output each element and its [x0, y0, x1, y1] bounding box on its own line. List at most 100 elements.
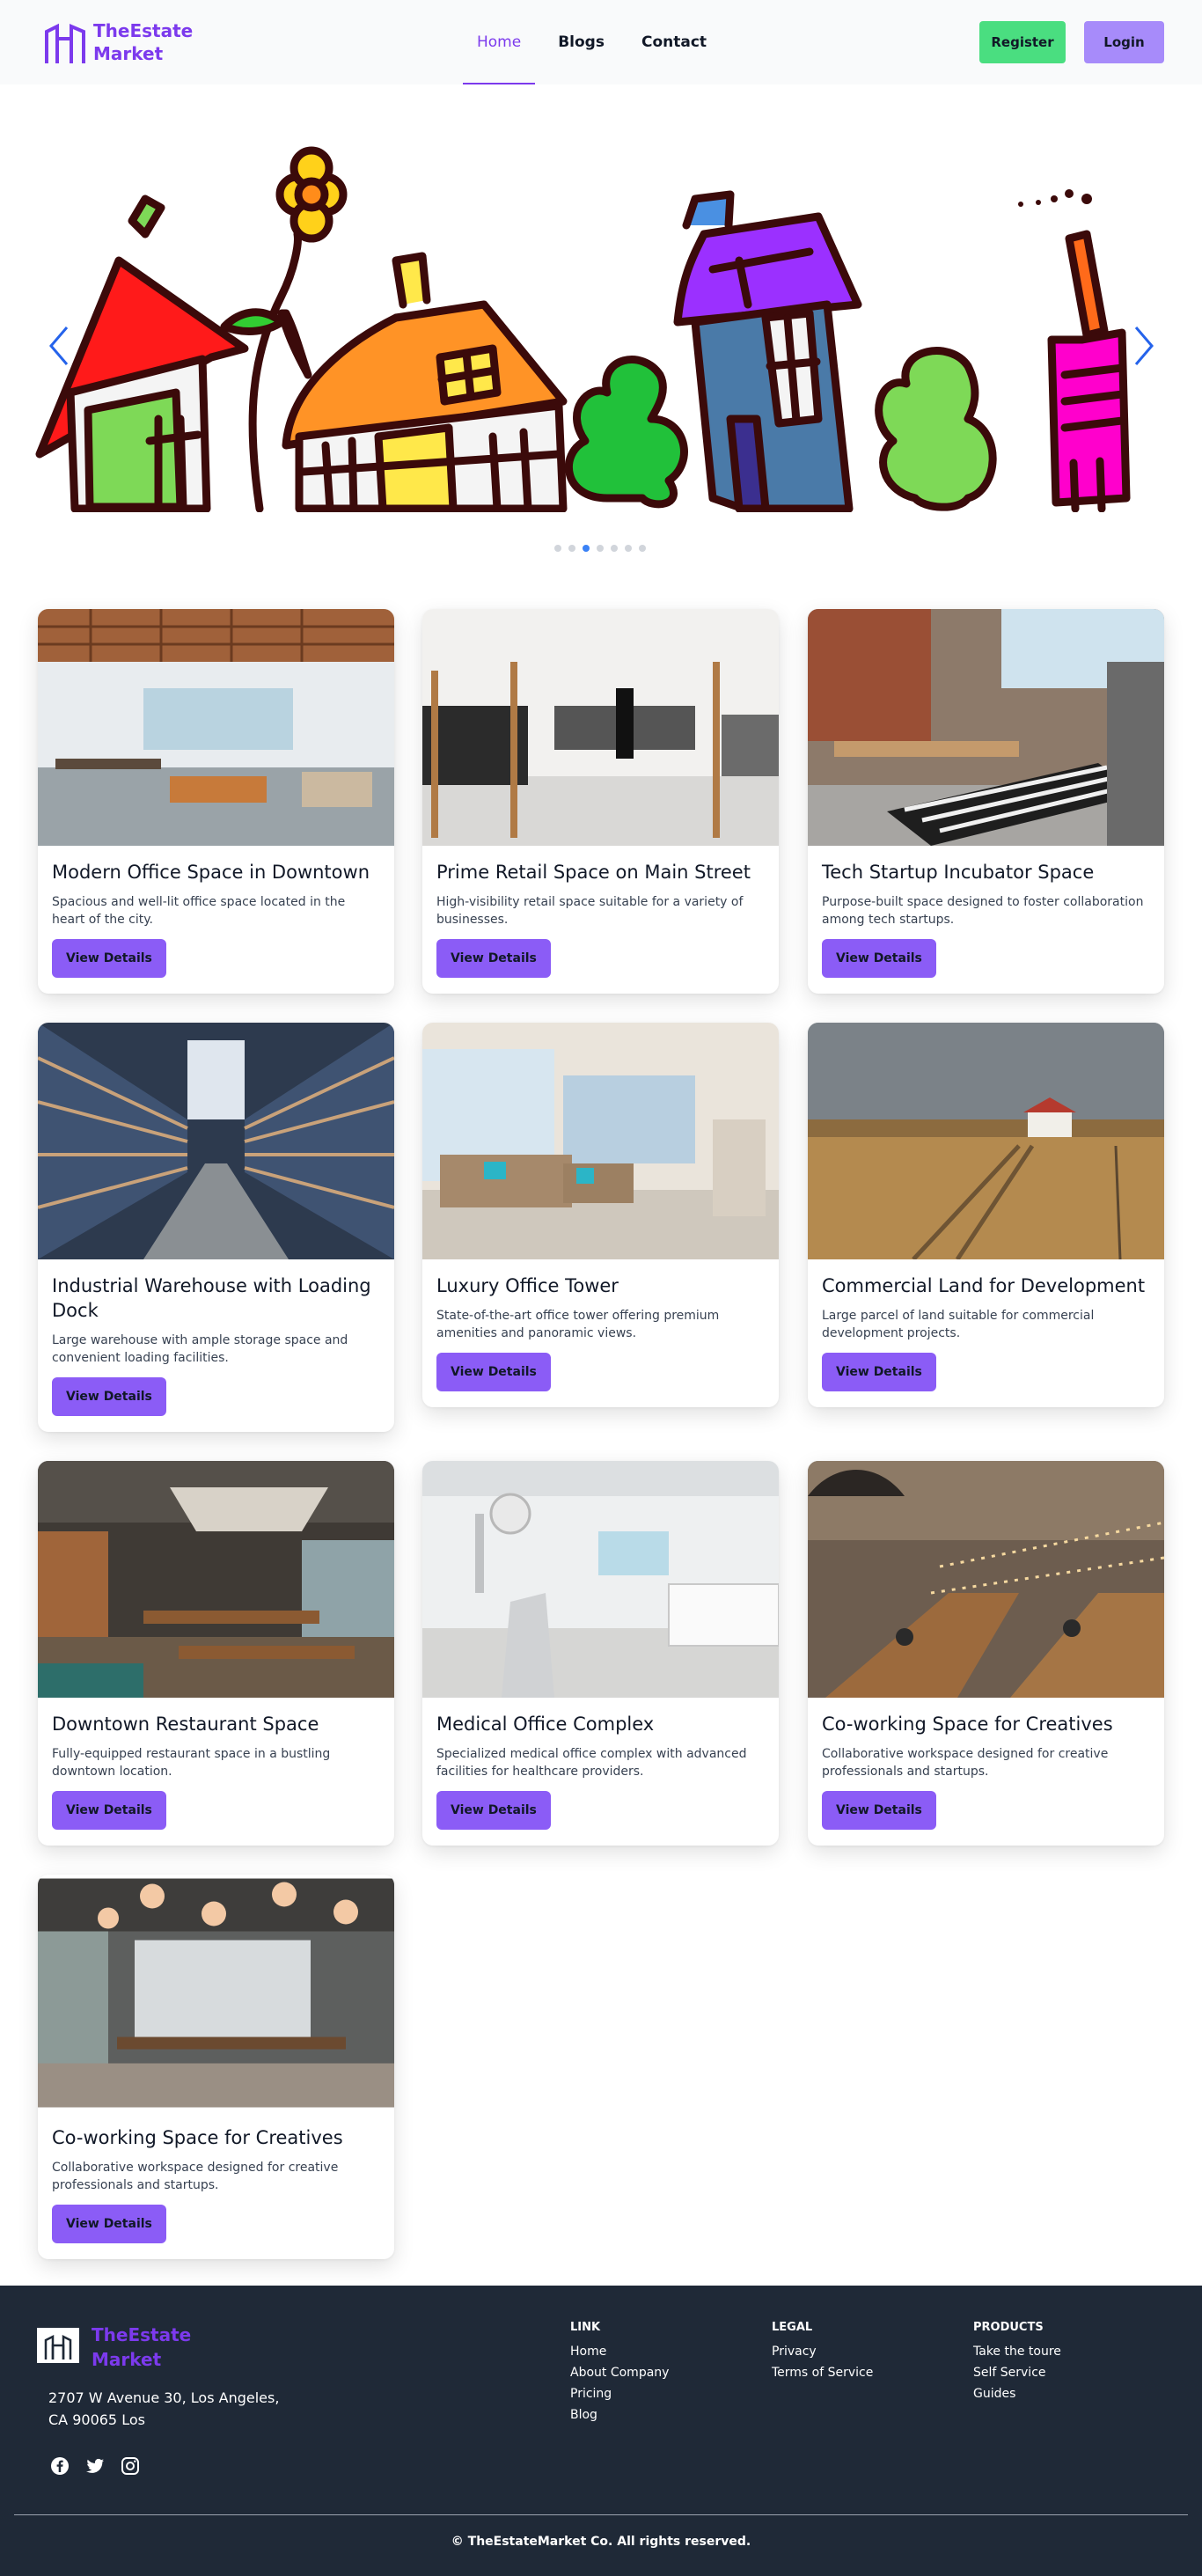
footer: TheEstate Market 2707 W Avenue 30, Los A…	[0, 2286, 1202, 2576]
carousel-dot[interactable]	[639, 545, 646, 552]
facebook-icon[interactable]	[49, 2455, 70, 2477]
listing-title: Medical Office Complex	[436, 1714, 655, 1735]
listing-title: Co-working Space for Creatives	[822, 1714, 1113, 1735]
footer-link-guides[interactable]: Guides	[973, 2383, 1061, 2404]
nav-blogs[interactable]: Blogs	[544, 0, 619, 84]
brand-name-line2: Market	[93, 43, 164, 64]
footer-col-products: PRODUCTS Take the toure Self Service Gui…	[973, 2321, 1061, 2404]
hero-carousel	[0, 84, 1202, 577]
footer-col-legal: LEGAL Privacy Terms of Service	[772, 2321, 873, 2383]
carousel-indicators	[554, 545, 653, 552]
footer-brand-name: TheEstate Market	[92, 2323, 191, 2372]
footer-logo-icon	[37, 2328, 79, 2363]
view-details-button[interactable]: View Details	[52, 2205, 166, 2243]
nav-home[interactable]: Home	[463, 0, 536, 84]
listing-description: State-of-the-art office tower offering p…	[436, 1309, 720, 1340]
footer-link-tour[interactable]: Take the toure	[973, 2341, 1061, 2362]
listing-card: Luxury Office Tower State-of-the-art off…	[422, 1023, 779, 1407]
listing-card: Prime Retail Space on Main Street High-v…	[422, 609, 779, 994]
carousel-dot[interactable]	[625, 545, 632, 552]
listing-photo-warehouse-aisle	[38, 1023, 394, 1259]
listing-photo-open-field	[808, 1023, 1164, 1259]
carousel-slide-houses-illustration	[35, 146, 1131, 512]
listing-card: Co-working Space for Creatives Collabora…	[38, 1875, 394, 2259]
view-details-button[interactable]: View Details	[52, 939, 166, 978]
listing-title: Downtown Restaurant Space	[52, 1714, 319, 1735]
listing-title: Tech Startup Incubator Space	[822, 862, 1095, 883]
footer-link-blog[interactable]: Blog	[570, 2404, 669, 2426]
view-details-button[interactable]: View Details	[436, 939, 551, 978]
view-details-button[interactable]: View Details	[436, 1353, 551, 1391]
listing-title: Luxury Office Tower	[436, 1275, 619, 1296]
listing-description: Collaborative workspace designed for cre…	[52, 2161, 339, 2192]
brand-logo-icon	[45, 23, 85, 63]
footer-brand-line2: Market	[92, 2349, 162, 2370]
listing-card: Commercial Land for Development Large pa…	[808, 1023, 1164, 1407]
navbar: TheEstate Market Home Blogs Contact Regi…	[0, 0, 1202, 84]
listing-title: Co-working Space for Creatives	[52, 2127, 343, 2148]
brand[interactable]: TheEstate Market	[44, 19, 199, 65]
listing-photo-lounge-room	[422, 1023, 779, 1259]
listing-photo-restaurant-hall	[38, 1461, 394, 1698]
listing-photo-startup-loft	[808, 609, 1164, 846]
brand-name: TheEstate Market	[93, 19, 199, 65]
listing-card: Co-working Space for Creatives Collabora…	[808, 1461, 1164, 1846]
footer-divider	[14, 2514, 1188, 2515]
listing-photo-coworking-hall	[808, 1461, 1164, 1698]
listing-photo-office-interior	[38, 609, 394, 846]
carousel-next-icon[interactable]	[1131, 324, 1157, 368]
listing-card: Industrial Warehouse with Loading Dock L…	[38, 1023, 394, 1432]
listing-description: Purpose-built space designed to foster c…	[822, 895, 1144, 927]
view-details-button[interactable]: View Details	[52, 1377, 166, 1416]
listing-photo-dental-clinic	[422, 1461, 779, 1698]
main-nav: Home Blogs Contact	[463, 0, 729, 84]
carousel-dot[interactable]	[597, 545, 604, 552]
footer-link-home[interactable]: Home	[570, 2341, 669, 2362]
view-details-button[interactable]: View Details	[822, 939, 936, 978]
listing-description: High-visibility retail space suitable fo…	[436, 895, 744, 927]
listing-description: Specialized medical office complex with …	[436, 1747, 747, 1779]
carousel-prev-icon[interactable]	[46, 324, 72, 368]
listing-description: Spacious and well-lit office space locat…	[52, 895, 346, 927]
footer-brand-line1: TheEstate	[92, 2324, 192, 2345]
instagram-icon[interactable]	[120, 2455, 141, 2477]
footer-link-privacy[interactable]: Privacy	[772, 2341, 873, 2362]
listing-card: Tech Startup Incubator Space Purpose-bui…	[808, 609, 1164, 994]
listing-photo-dining-lounge	[38, 1878, 394, 2108]
listing-photo-retail-store	[422, 609, 779, 846]
view-details-button[interactable]: View Details	[822, 1791, 936, 1830]
view-details-button[interactable]: View Details	[436, 1791, 551, 1830]
register-button[interactable]: Register	[979, 21, 1066, 63]
listing-title: Prime Retail Space on Main Street	[436, 862, 751, 883]
view-details-button[interactable]: View Details	[822, 1353, 936, 1391]
footer-brand[interactable]: TheEstate Market	[37, 2323, 191, 2372]
footer-link-terms[interactable]: Terms of Service	[772, 2362, 873, 2383]
listing-description: Fully-equipped restaurant space in a bus…	[52, 1747, 331, 1779]
footer-col-title: LEGAL	[772, 2321, 813, 2334]
footer-address: 2707 W Avenue 30, Los Angeles, CA 90065 …	[48, 2389, 280, 2428]
social-links	[49, 2455, 155, 2477]
listing-description: Large warehouse with ample storage space…	[52, 1333, 348, 1365]
brand-name-line1: TheEstate	[93, 20, 194, 41]
listing-title: Industrial Warehouse with Loading Dock	[52, 1275, 371, 1321]
listing-title: Commercial Land for Development	[822, 1275, 1146, 1296]
listing-card: Medical Office Complex Specialized medic…	[422, 1461, 779, 1846]
listing-description: Large parcel of land suitable for commer…	[822, 1309, 1095, 1340]
footer-col-title: LINK	[570, 2321, 601, 2334]
footer-col-title: PRODUCTS	[973, 2321, 1044, 2334]
view-details-button[interactable]: View Details	[52, 1791, 166, 1830]
footer-link-self-service[interactable]: Self Service	[973, 2362, 1061, 2383]
footer-link-about[interactable]: About Company	[570, 2362, 669, 2383]
twitter-icon[interactable]	[84, 2455, 106, 2477]
carousel-dot[interactable]	[554, 545, 561, 552]
listing-title: Modern Office Space in Downtown	[52, 862, 370, 883]
nav-contact[interactable]: Contact	[627, 0, 721, 84]
listing-description: Collaborative workspace designed for cre…	[822, 1747, 1109, 1779]
carousel-dot-active[interactable]	[583, 545, 590, 552]
carousel-dot[interactable]	[568, 545, 575, 552]
footer-link-pricing[interactable]: Pricing	[570, 2383, 669, 2404]
carousel-dot[interactable]	[611, 545, 618, 552]
login-button[interactable]: Login	[1084, 21, 1164, 63]
copyright: © TheEstateMarket Co. All rights reserve…	[451, 2535, 751, 2549]
listing-card: Downtown Restaurant Space Fully-equipped…	[38, 1461, 394, 1846]
